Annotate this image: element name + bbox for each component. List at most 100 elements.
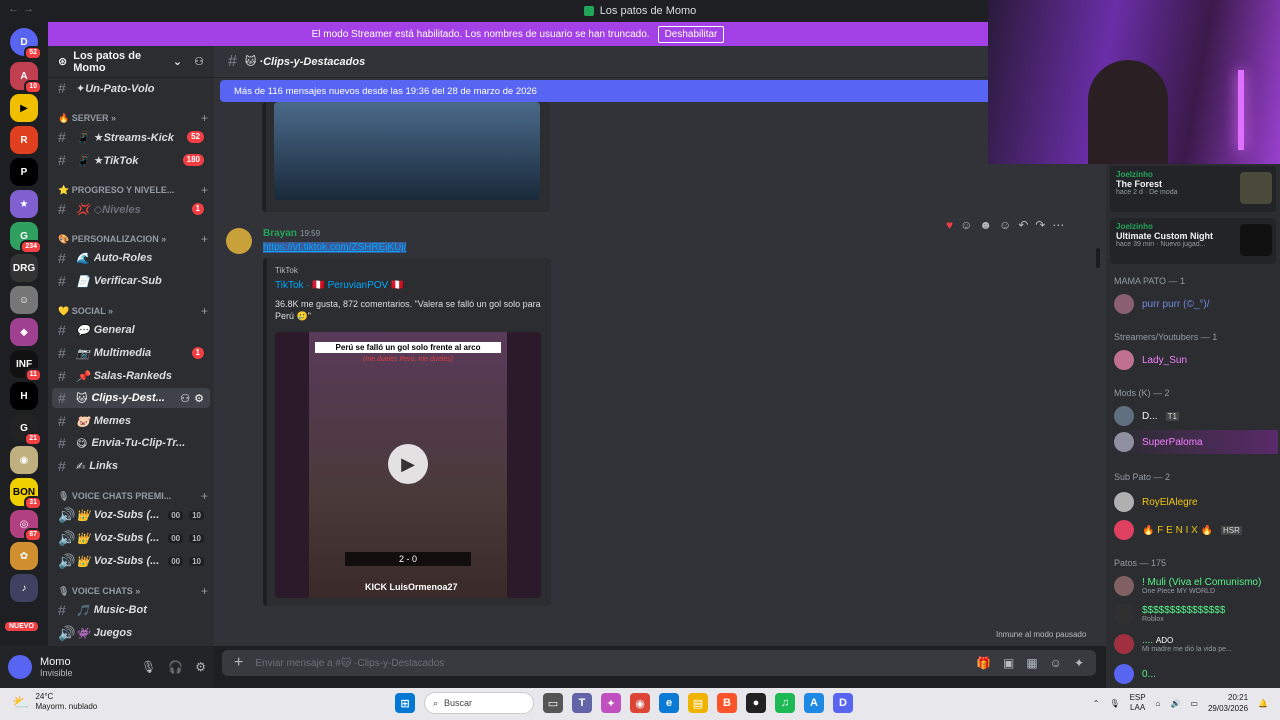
taskbar-search[interactable]: ⌕ Buscar <box>424 692 534 714</box>
category-header[interactable]: 🎨 PERSONALIZACION » + <box>58 232 208 246</box>
category-header[interactable]: 🔥 SERVER » + <box>58 111 208 125</box>
server-icon[interactable]: P <box>10 158 38 186</box>
activity-card[interactable]: Joelzinho Ultimate Custom Night hace 39 … <box>1110 218 1276 264</box>
server-icon[interactable]: G 234 <box>10 222 42 254</box>
member-item[interactable]: $$$$$$$$$$$$$$$ Roblox <box>1114 602 1278 626</box>
video-thumbnail[interactable] <box>274 102 540 200</box>
channel-item[interactable]: # 📷 Multimedia 1 <box>52 343 210 363</box>
server-icon[interactable]: DRG <box>10 254 38 282</box>
category-header[interactable]: ⭐ PROGRESO Y NIVELE... + <box>58 183 208 197</box>
voice-channel[interactable]: 🔊 👾 Juegos <box>52 623 210 643</box>
apps-icon[interactable]: ✦ <box>1074 656 1084 670</box>
task-view-icon[interactable]: ▭ <box>543 693 563 713</box>
avatar[interactable] <box>8 655 32 679</box>
brave-icon[interactable]: B <box>717 693 737 713</box>
start-icon[interactable]: ⊞ <box>395 693 415 713</box>
voice-channel[interactable]: 🔊 👑 Voz-Subs (... 00 10 <box>52 528 210 548</box>
server-icon[interactable]: G 21 <box>10 414 42 446</box>
voice-channel[interactable]: 🔊 👑 Voz-Subs (... 00 10 <box>52 551 210 571</box>
network-icon[interactable]: ⌂ <box>1156 699 1161 708</box>
channel-item[interactable]: # 🐷 Memes <box>52 411 210 431</box>
weather-widget[interactable]: ⛅ 24°C Mayorm. nublado <box>12 692 97 712</box>
server-icon[interactable]: ◆ <box>10 318 38 346</box>
channel-item[interactable]: # ✦Un-Pato-Volo <box>52 78 210 98</box>
emoji-icon[interactable]: ☺ <box>1050 656 1062 670</box>
category-header[interactable]: 🎙 VOICE CHATS PREMI... + <box>58 489 208 503</box>
chevron-up-icon[interactable]: ⌃ <box>1093 699 1100 708</box>
edge-icon[interactable]: e <box>659 693 679 713</box>
voice-channel[interactable]: 🔊 👑 Voz-Subs (... 00 10 <box>52 505 210 525</box>
discord-icon[interactable]: D <box>833 693 853 713</box>
headphones-icon[interactable]: 🎧 <box>168 660 183 674</box>
spotify-icon[interactable]: ♫ <box>775 693 795 713</box>
server-icon[interactable]: ◎ 87 <box>10 510 42 542</box>
video-player[interactable]: Perú se falló un gol solo frente al arco… <box>275 332 541 598</box>
server-icon[interactable]: ♪ <box>10 574 38 602</box>
member-item[interactable]: purr purr (©_°)/ <box>1114 292 1278 316</box>
heart-icon[interactable]: ♥ <box>946 218 953 232</box>
channel-item[interactable]: # 🎵 Music-Bot <box>52 600 210 620</box>
clock[interactable]: 20:21 29/03/2026 <box>1208 692 1248 714</box>
activity-card[interactable]: Joelzinho The Forest hace 2 d · De moda <box>1110 166 1276 212</box>
channel-item[interactable]: # ✍ Links <box>52 456 210 476</box>
obs-icon[interactable]: ● <box>746 693 766 713</box>
channel-item[interactable]: # 😋 Envia-Tu-Clip-Tr... <box>52 433 210 453</box>
channel-item-active[interactable]: # 🐱 Clips-y-Dest... ⚇ ⚙ <box>52 388 210 408</box>
gear-icon[interactable]: ⚙ <box>195 660 206 674</box>
app-icon[interactable]: A <box>804 693 824 713</box>
copilot-icon[interactable]: ✦ <box>601 693 621 713</box>
server-icon[interactable]: ▶ <box>10 94 38 122</box>
gif-icon[interactable]: ▣ <box>1003 656 1014 670</box>
reply-icon[interactable]: ↶ <box>1018 218 1028 232</box>
channel-item[interactable]: # 💬 General <box>52 320 210 340</box>
server-icon[interactable]: ◉ <box>10 446 38 474</box>
server-icon[interactable]: ★ <box>10 190 38 218</box>
channel-item[interactable]: # 🌊 Auto-Roles <box>52 248 210 268</box>
server-icon[interactable]: BON 31 <box>10 478 42 510</box>
member-item[interactable]: 🔥 F E N I X 🔥 HSR <box>1114 518 1278 542</box>
channel-item[interactable]: # 💢 ◇Niveles 1 <box>52 199 210 219</box>
category-header[interactable]: 🎙 VOICE CHATS » + <box>58 584 208 598</box>
embed-title[interactable]: TikTok · 🇵🇪 PeruvianPOV 🇵🇪 <box>275 280 403 291</box>
avatar[interactable] <box>226 228 252 254</box>
member-item[interactable]: .... ADO Mi madre me dió la vida pe... <box>1114 632 1278 656</box>
microphone-icon[interactable]: 🎙 <box>141 660 156 674</box>
channel-item[interactable]: # 📄 Verificar-Sub <box>52 271 210 291</box>
channel-item[interactable]: # 📌 Salas-Rankeds <box>52 366 210 386</box>
gift-icon[interactable]: 🎁 <box>976 656 991 670</box>
server-icon[interactable]: A 10 <box>10 62 42 94</box>
server-icon[interactable]: ✿ <box>10 542 38 570</box>
message-link[interactable]: https://vt.tiktok.com/ZSHREjKUj/ <box>263 242 407 253</box>
member-item[interactable]: Lady_Sun <box>1114 348 1278 372</box>
laugh-icon[interactable]: ☺ <box>960 218 972 232</box>
emoji-icon[interactable]: ☻ <box>979 218 992 232</box>
message-input[interactable]: + Enviar mensaje a #🐱 ·Clips-y-Destacado… <box>222 650 1096 676</box>
more-icon[interactable]: ⋯ <box>1052 218 1064 232</box>
gear-icon[interactable]: ⚙ <box>194 392 204 405</box>
channel-item[interactable]: # 📱 ★Streams-Kick 52 <box>52 127 210 147</box>
member-item[interactable]: ! Muli (Viva el Comunismo) One Piece MY W… <box>1114 574 1278 598</box>
member-item[interactable]: RoyElAlegre <box>1114 490 1278 514</box>
add-reaction-icon[interactable]: ☺ <box>999 218 1011 232</box>
teams-icon[interactable]: T <box>572 693 592 713</box>
server-icon[interactable]: ☺ <box>10 286 38 314</box>
channel-item[interactable]: # 📱 ★TikTok 180 <box>52 150 210 170</box>
invite-icon[interactable]: ⚇ <box>180 392 190 405</box>
direct-messages-icon[interactable]: D 52 <box>10 28 42 60</box>
server-header[interactable]: ⊛ Los patos de Momo ⌄ ⚇ <box>48 46 214 78</box>
battery-icon[interactable]: ▭ <box>1190 699 1198 708</box>
server-icon[interactable]: H <box>10 382 38 410</box>
disable-button[interactable]: Deshabilitar <box>657 25 725 43</box>
add-member-icon[interactable]: ⚇ <box>194 55 204 68</box>
file-explorer-icon[interactable]: ▤ <box>688 693 708 713</box>
microphone-icon[interactable]: 🎙 <box>1109 699 1119 708</box>
sticker-icon[interactable]: ▦ <box>1026 656 1037 670</box>
member-item[interactable]: D... T1 <box>1114 404 1278 428</box>
scrollbar[interactable] <box>1096 248 1100 268</box>
member-item[interactable]: SuperPaloma <box>1114 430 1278 454</box>
nav-arrows[interactable]: ←→ <box>8 3 38 15</box>
message-author[interactable]: Brayan <box>263 228 297 239</box>
new-messages-bar[interactable]: Más de 116 mensajes nuevos desde las 19:… <box>220 80 1000 102</box>
server-icon[interactable]: R <box>10 126 38 154</box>
member-item[interactable]: 0... <box>1114 662 1278 686</box>
